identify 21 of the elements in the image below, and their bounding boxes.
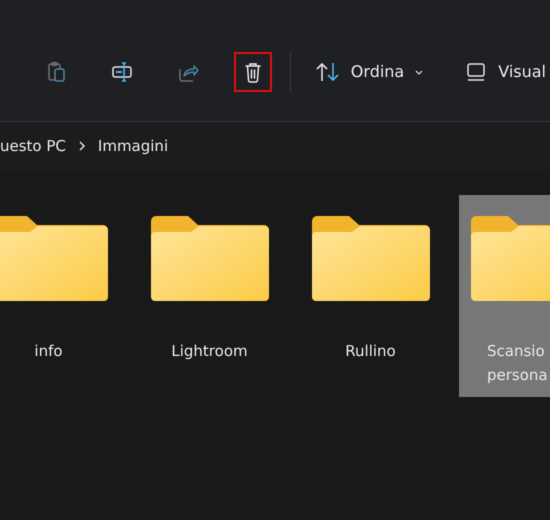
breadcrumb-item[interactable]: Immagini	[98, 137, 168, 155]
clipboard-icon	[46, 60, 68, 82]
folder-name: Lightroom	[171, 341, 248, 362]
sort-button[interactable]: Ordina	[310, 56, 428, 86]
view-button[interactable]: Visual	[462, 58, 550, 86]
folder-name: Rullino	[345, 341, 396, 362]
folder-icon	[312, 215, 430, 301]
folder-icon	[0, 215, 108, 301]
folder-icon	[150, 215, 268, 301]
monitor-icon	[466, 62, 486, 82]
folder-item[interactable]: info	[0, 195, 121, 397]
delete-button[interactable]	[234, 52, 272, 92]
folder-name: Scansio persona	[486, 341, 548, 386]
folder-name: info	[34, 341, 63, 362]
sort-arrows-icon	[314, 60, 341, 82]
breadcrumb-item[interactable]: uesto PC	[0, 137, 66, 155]
folder-item[interactable]: Rullino	[298, 195, 443, 397]
chevron-right-icon	[78, 141, 86, 151]
folder-item[interactable]: Scansio persona	[459, 195, 550, 397]
folder-item[interactable]: Lightroom	[137, 195, 282, 397]
rename-icon	[111, 60, 134, 82]
